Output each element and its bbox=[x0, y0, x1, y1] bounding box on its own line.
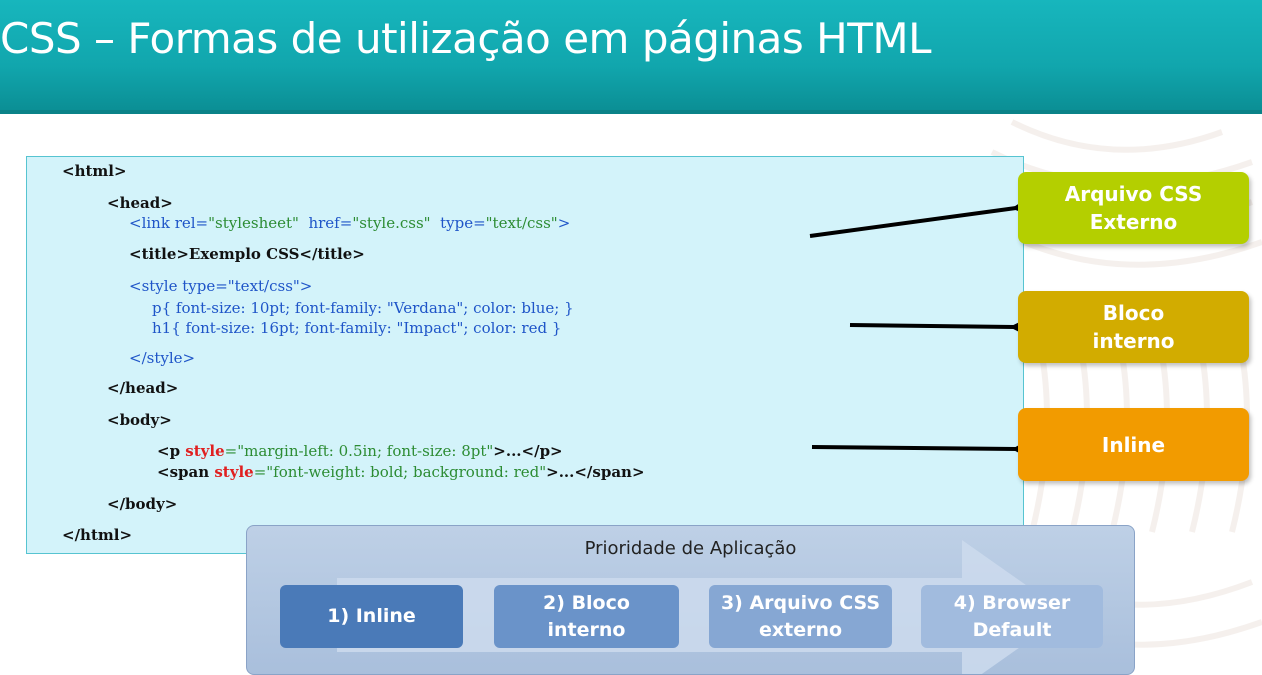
step-2-label-line1: 2) Bloco bbox=[543, 591, 630, 614]
step-4-label-line1: 4) Browser bbox=[953, 591, 1071, 614]
code-line-style-close: </style> bbox=[129, 349, 196, 367]
code-token-link-type-attr: type= bbox=[430, 214, 486, 232]
code-token-link-open: <link bbox=[129, 214, 175, 232]
priority-title: Prioridade de Aplicação bbox=[584, 538, 797, 559]
priority-step-1-inline: 1) Inline bbox=[280, 585, 463, 648]
label-inline-text: Inline bbox=[1101, 432, 1166, 457]
step-3-label-line1: 3) Arquivo CSS bbox=[720, 591, 881, 614]
code-line-rule-h1: h1{ font-size: 16pt; font-family: "Impac… bbox=[152, 319, 562, 337]
code-token-span-style-attr: style bbox=[214, 463, 254, 481]
code-token-span-style-value: ="font-weight: bold; background: red" bbox=[253, 463, 547, 481]
code-token-p-style-attr: style bbox=[185, 442, 225, 460]
step-2-label-line2: interno bbox=[547, 618, 626, 641]
code-token-link-close: > bbox=[557, 214, 571, 232]
code-line-body-close: </body> bbox=[107, 495, 178, 513]
code-token-link-rel-attr: rel= bbox=[174, 214, 209, 232]
label-bloco-interno: Bloco interno bbox=[1018, 291, 1249, 363]
priority-step-3-arquivo-css-externo: 3) Arquivo CSS externo bbox=[709, 585, 892, 648]
priority-step-2-bloco-interno: 2) Bloco interno bbox=[494, 585, 679, 648]
code-line-html-open: <html> bbox=[62, 162, 127, 180]
label-arquivo-css-externo: Arquivo CSS Externo bbox=[1018, 172, 1249, 244]
code-line-span: <span style="font-weight: bold; backgrou… bbox=[157, 463, 645, 481]
label-inline: Inline bbox=[1018, 408, 1249, 481]
code-line-head-open: <head> bbox=[107, 194, 173, 212]
code-line-title: <title>Exemplo CSS</title> bbox=[129, 245, 365, 263]
step-4-label-line2: Default bbox=[972, 618, 1052, 641]
code-token-link-href-value: "style.css" bbox=[352, 214, 431, 232]
code-line-body-open: <body> bbox=[107, 411, 172, 429]
code-token-link-href-attr: href= bbox=[298, 214, 353, 232]
priority-panel: Prioridade de Aplicação 1) Inline 2) Blo… bbox=[246, 525, 1135, 675]
code-token-link-type-value: "text/css" bbox=[485, 214, 558, 232]
code-token-span-rest: >...</span> bbox=[546, 463, 645, 481]
code-line-rule-p: p{ font-size: 10pt; font-family: "Verdan… bbox=[152, 299, 574, 317]
code-line-html-close: </html> bbox=[62, 526, 133, 544]
label-bloco-line2: interno bbox=[1092, 329, 1175, 353]
code-token-p-style-value: ="margin-left: 0.5in; font-size: 8pt" bbox=[224, 442, 494, 460]
label-externo-line2: Externo bbox=[1089, 210, 1178, 234]
code-line-style-open: <style type="text/css"> bbox=[129, 277, 313, 295]
step-1-label: 1) Inline bbox=[327, 605, 416, 627]
code-line-link: <link rel="stylesheet" href="style.css" … bbox=[129, 214, 570, 232]
label-externo-line1: Arquivo CSS bbox=[1064, 182, 1203, 206]
code-line-head-close: </head> bbox=[107, 379, 179, 397]
label-bloco-line1: Bloco bbox=[1102, 301, 1165, 325]
code-token-p-open: <p bbox=[157, 442, 186, 460]
code-token-span-open: <span bbox=[157, 463, 215, 481]
code-token-link-rel-value: "stylesheet" bbox=[208, 214, 299, 232]
step-3-label-line2: externo bbox=[758, 618, 843, 641]
page-title: CSS – Formas de utilização em páginas HT… bbox=[0, 14, 932, 63]
code-token-p-rest: >...</p> bbox=[493, 442, 563, 460]
code-line-paragraph: <p style="margin-left: 0.5in; font-size:… bbox=[157, 442, 563, 460]
priority-step-4-browser-default: 4) Browser Default bbox=[921, 585, 1103, 648]
